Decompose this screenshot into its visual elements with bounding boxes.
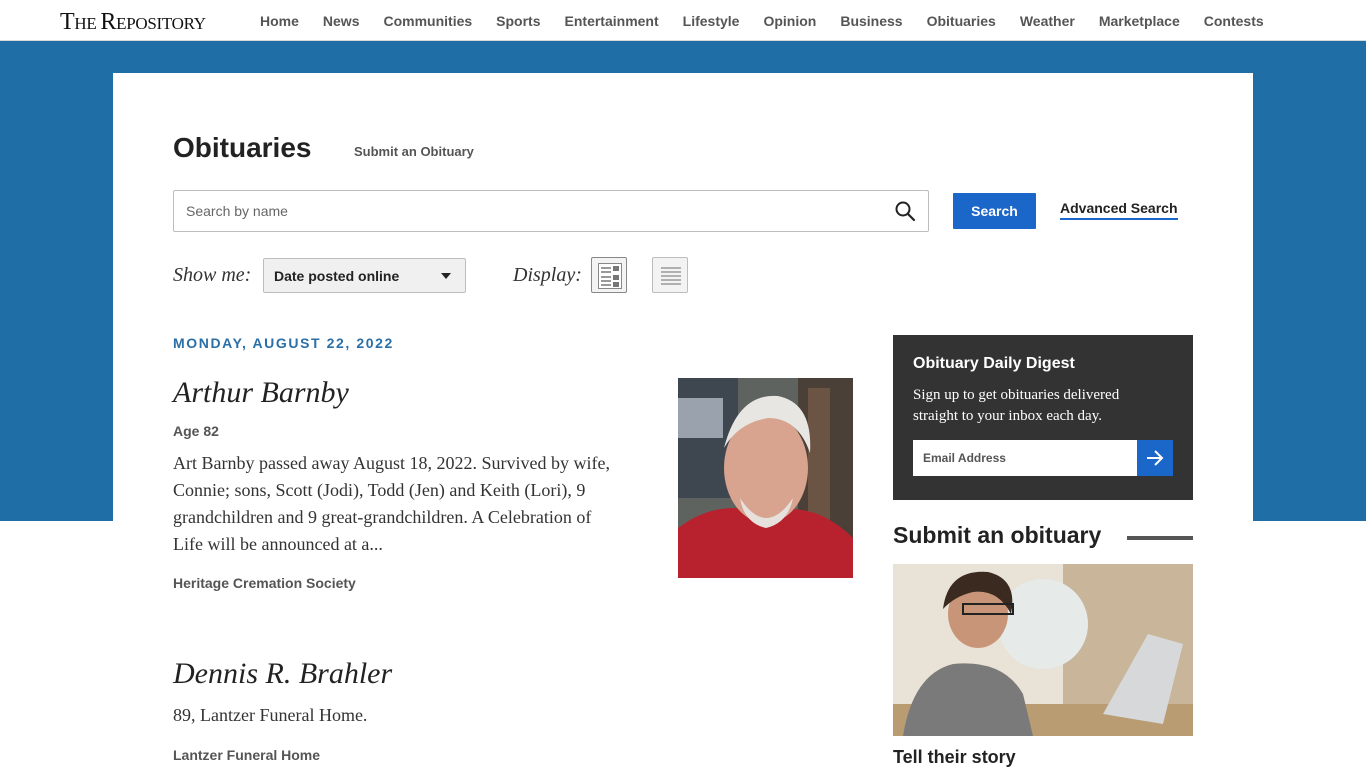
nav-entertainment[interactable]: Entertainment — [565, 13, 659, 29]
nav-opinion[interactable]: Opinion — [763, 13, 816, 29]
nav-weather[interactable]: Weather — [1020, 13, 1075, 29]
compact-list-icon — [661, 267, 681, 285]
portrait-image — [678, 378, 853, 578]
obit-age: Age 82 — [173, 423, 219, 439]
arrow-right-icon — [1147, 450, 1164, 466]
nav-obituaries[interactable]: Obituaries — [927, 13, 996, 29]
sort-select-value: Date posted online — [274, 268, 400, 284]
nav-contests[interactable]: Contests — [1204, 13, 1264, 29]
email-field[interactable] — [913, 440, 1137, 476]
obit-photo[interactable] — [678, 378, 853, 578]
submit-obituary-image[interactable] — [893, 564, 1193, 736]
site-logo[interactable]: THE REPOSITORY — [60, 9, 206, 36]
nav-menu: Home News Communities Sports Entertainme… — [248, 0, 1276, 41]
digest-text: Sign up to get obituaries delivered stra… — [913, 387, 1120, 424]
email-submit-button[interactable] — [1137, 440, 1173, 476]
display-label: Display: — [513, 264, 582, 286]
logo-letter: T — [60, 9, 75, 35]
funeral-home-link[interactable]: Heritage Cremation Society — [173, 575, 356, 591]
nav-marketplace[interactable]: Marketplace — [1099, 13, 1180, 29]
search-input[interactable] — [186, 191, 876, 231]
obit-excerpt: 89, Lantzer Funeral Home. — [173, 705, 368, 725]
page-title: Obituaries — [173, 132, 312, 163]
advanced-search-link[interactable]: Advanced Search — [1060, 200, 1178, 220]
obit-excerpt: Art Barnby passed away August 18, 2022. … — [173, 453, 610, 554]
nav-sports[interactable]: Sports — [496, 13, 540, 29]
funeral-home-link[interactable]: Lantzer Funeral Home — [173, 747, 320, 763]
nav-business[interactable]: Business — [840, 13, 902, 29]
detailed-list-icon — [598, 263, 622, 289]
digest-signup-box: Obituary Daily Digest Sign up to get obi… — [893, 335, 1193, 500]
obit-name[interactable]: Arthur Barnby — [173, 376, 349, 410]
nav-communities[interactable]: Communities — [383, 13, 472, 29]
logo-text: HE — [74, 14, 101, 33]
digest-title: Obituary Daily Digest — [913, 355, 1075, 372]
logo-letter: R — [100, 9, 117, 35]
search-button[interactable]: Search — [953, 193, 1036, 229]
logo-text: EPOSITORY — [116, 14, 206, 33]
nav-home[interactable]: Home — [260, 13, 299, 29]
display-compact-button[interactable] — [652, 257, 688, 293]
nav-news[interactable]: News — [323, 13, 360, 29]
woman-laptop-image — [893, 564, 1193, 736]
search-box — [173, 190, 929, 232]
nav-lifestyle[interactable]: Lifestyle — [683, 13, 740, 29]
tell-their-story-link[interactable]: Tell their story — [893, 747, 1016, 768]
chevron-down-icon — [441, 273, 451, 279]
obit-name[interactable]: Dennis R. Brahler — [173, 657, 392, 691]
display-detailed-button[interactable] — [591, 257, 627, 293]
sort-select[interactable]: Date posted online — [263, 258, 466, 293]
show-me-label: Show me: — [173, 264, 252, 286]
submit-obituary-link[interactable]: Submit an Obituary — [354, 144, 474, 159]
heading-rule — [1127, 536, 1193, 540]
submit-obituary-heading: Submit an obituary — [893, 522, 1102, 548]
date-heading: MONDAY, AUGUST 22, 2022 — [173, 335, 394, 351]
search-icon[interactable] — [894, 200, 916, 222]
top-nav: THE REPOSITORY Home News Communities Spo… — [0, 0, 1366, 41]
